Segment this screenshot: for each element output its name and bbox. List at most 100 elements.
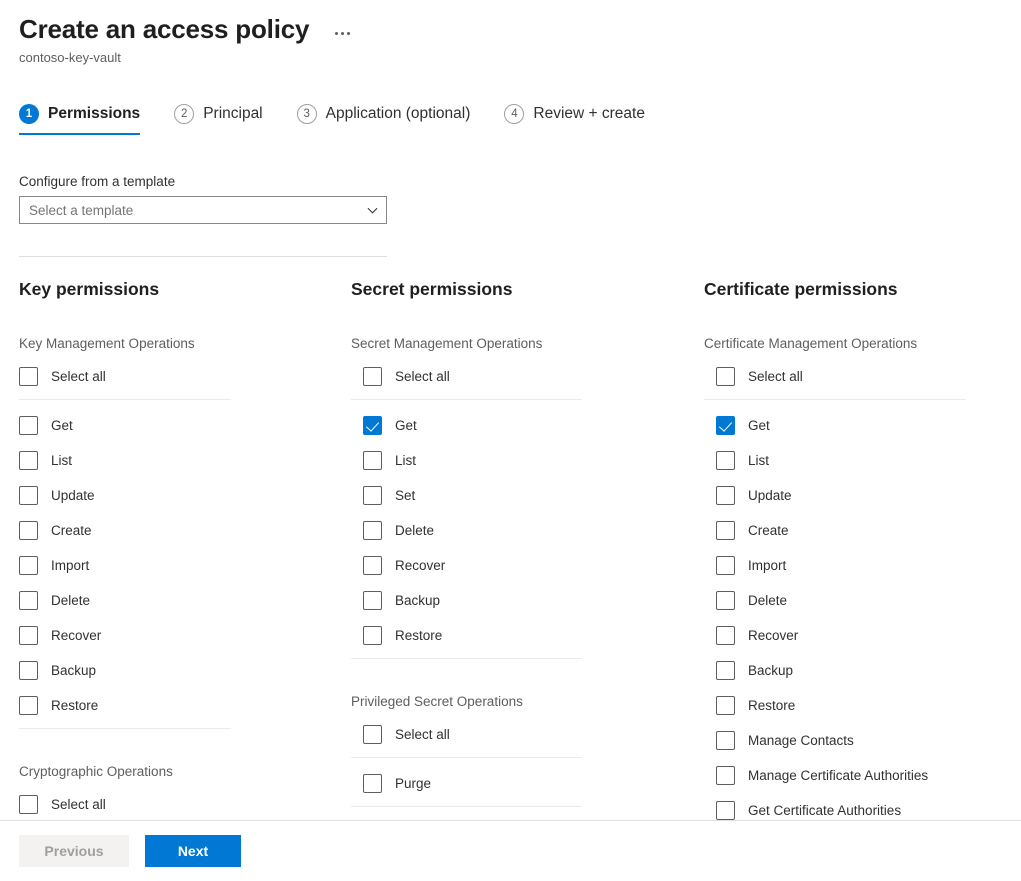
checkbox-row-get[interactable]: Get (716, 408, 1014, 443)
checkbox-row-get[interactable]: Get (363, 408, 651, 443)
checkbox-row-set[interactable]: Set (363, 478, 651, 513)
ellipsis-icon[interactable] (329, 23, 355, 43)
checkbox-icon[interactable] (363, 626, 382, 645)
checkbox-icon[interactable] (19, 626, 38, 645)
checkbox-icon[interactable] (363, 416, 382, 435)
checkbox-row-get-certificate-authorities[interactable]: Get Certificate Authorities (716, 793, 1014, 821)
checkbox-icon[interactable] (716, 591, 735, 610)
checkbox-icon[interactable] (19, 591, 38, 610)
checkbox-row-manage-certificate-authorities[interactable]: Manage Certificate Authorities (716, 758, 1014, 793)
tab-principal[interactable]: 2 Principal (174, 93, 262, 135)
tab-application[interactable]: 3 Application (optional) (297, 93, 471, 135)
checkbox-icon[interactable] (716, 661, 735, 680)
step-number-badge: 3 (297, 104, 317, 124)
checkbox-label: Select all (51, 368, 106, 386)
checkbox-icon[interactable] (363, 451, 382, 470)
wizard-steps: 1 Permissions 2 Principal 3 Application … (0, 93, 1021, 135)
checkbox-row-select-all[interactable]: Select all (363, 359, 651, 394)
page-header: Create an access policy contoso-key-vaul… (0, 0, 1021, 67)
tab-permissions[interactable]: 1 Permissions (19, 93, 140, 135)
checkbox-icon[interactable] (19, 451, 38, 470)
checkbox-icon[interactable] (716, 367, 735, 386)
tab-label: Permissions (48, 105, 140, 123)
checkbox-icon[interactable] (19, 556, 38, 575)
checkbox-icon[interactable] (716, 801, 735, 820)
checkbox-icon[interactable] (19, 416, 38, 435)
tab-label: Review + create (533, 105, 645, 123)
certificate-permissions-column: Certificate permissions Certificate Mana… (704, 277, 1014, 821)
checkbox-label: Select all (748, 368, 803, 386)
checkbox-row-select-all[interactable]: Select all (19, 787, 319, 821)
checkbox-icon[interactable] (19, 661, 38, 680)
checkbox-icon[interactable] (716, 731, 735, 750)
checkbox-icon[interactable] (716, 696, 735, 715)
column-title: Secret permissions (351, 277, 651, 301)
checkbox-label: List (748, 452, 769, 470)
checkbox-row-backup[interactable]: Backup (19, 653, 319, 688)
checkbox-row-recover[interactable]: Recover (19, 618, 319, 653)
checkbox-row-backup[interactable]: Backup (716, 653, 1014, 688)
checkbox-row-recover[interactable]: Recover (363, 548, 651, 583)
checkbox-row-select-all[interactable]: Select all (363, 717, 651, 752)
tab-review-create[interactable]: 4 Review + create (504, 93, 645, 135)
group-separator (351, 757, 582, 758)
next-button[interactable]: Next (145, 835, 241, 867)
checkbox-icon[interactable] (19, 696, 38, 715)
checkbox-row-select-all[interactable]: Select all (716, 359, 1014, 394)
checkbox-row-create[interactable]: Create (19, 513, 319, 548)
group-separator (351, 399, 582, 400)
checkbox-row-update[interactable]: Update (716, 478, 1014, 513)
group-title: Privileged Secret Operations (351, 693, 651, 711)
tab-label: Application (optional) (326, 105, 471, 123)
checkbox-row-delete[interactable]: Delete (363, 513, 651, 548)
checkbox-label: Recover (748, 627, 798, 645)
checkbox-icon[interactable] (716, 486, 735, 505)
checkbox-row-import[interactable]: Import (19, 548, 319, 583)
group-key-management: Key Management Operations Select all Get… (19, 335, 319, 729)
checkbox-label: Backup (395, 592, 440, 610)
checkbox-row-backup[interactable]: Backup (363, 583, 651, 618)
checkbox-row-select-all[interactable]: Select all (19, 359, 319, 394)
checkbox-icon[interactable] (19, 795, 38, 814)
checkbox-icon[interactable] (716, 521, 735, 540)
section-divider (19, 256, 387, 257)
checkbox-icon[interactable] (716, 766, 735, 785)
checkbox-row-restore[interactable]: Restore (716, 688, 1014, 723)
checkbox-icon[interactable] (363, 367, 382, 386)
ellipsis-dot (341, 32, 344, 35)
checkbox-row-update[interactable]: Update (19, 478, 319, 513)
resource-subtitle: contoso-key-vault (19, 49, 1021, 67)
checkbox-label: Get Certificate Authorities (748, 802, 901, 820)
checkbox-row-delete[interactable]: Delete (716, 583, 1014, 618)
checkbox-icon[interactable] (19, 521, 38, 540)
checkbox-label: Manage Contacts (748, 732, 854, 750)
checkbox-icon[interactable] (363, 725, 382, 744)
checkbox-icon[interactable] (363, 774, 382, 793)
checkbox-row-purge[interactable]: Purge (363, 766, 651, 801)
checkbox-icon[interactable] (363, 556, 382, 575)
previous-button[interactable]: Previous (19, 835, 129, 867)
checkbox-icon[interactable] (19, 367, 38, 386)
checkbox-icon[interactable] (363, 591, 382, 610)
checkbox-row-list[interactable]: List (363, 443, 651, 478)
checkbox-row-delete[interactable]: Delete (19, 583, 319, 618)
checkbox-icon[interactable] (716, 416, 735, 435)
checkbox-row-manage-contacts[interactable]: Manage Contacts (716, 723, 1014, 758)
checkbox-row-restore[interactable]: Restore (19, 688, 319, 723)
checkbox-row-import[interactable]: Import (716, 548, 1014, 583)
checkbox-row-list[interactable]: List (19, 443, 319, 478)
checkbox-icon[interactable] (363, 521, 382, 540)
group-title: Cryptographic Operations (19, 763, 319, 781)
group-cryptographic-operations: Cryptographic Operations Select all (19, 763, 319, 821)
checkbox-icon[interactable] (716, 451, 735, 470)
checkbox-icon[interactable] (716, 626, 735, 645)
checkbox-icon[interactable] (19, 486, 38, 505)
checkbox-row-restore[interactable]: Restore (363, 618, 651, 653)
checkbox-row-recover[interactable]: Recover (716, 618, 1014, 653)
checkbox-icon[interactable] (716, 556, 735, 575)
checkbox-row-list[interactable]: List (716, 443, 1014, 478)
template-select[interactable] (19, 196, 387, 224)
checkbox-row-get[interactable]: Get (19, 408, 319, 443)
checkbox-icon[interactable] (363, 486, 382, 505)
checkbox-row-create[interactable]: Create (716, 513, 1014, 548)
